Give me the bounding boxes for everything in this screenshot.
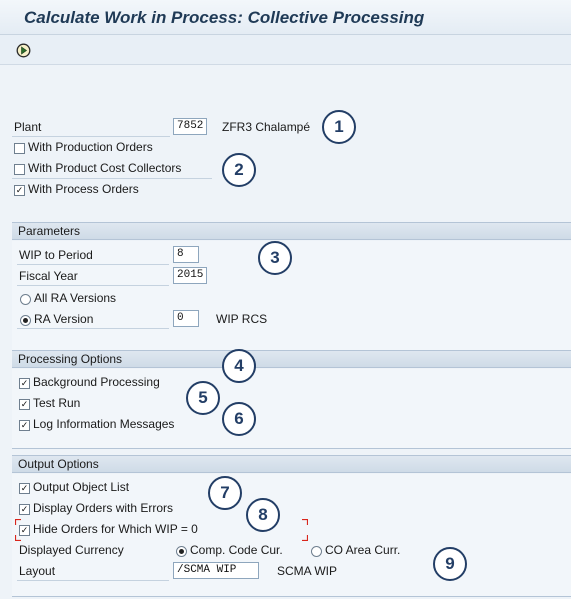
with-process-orders-checkbox[interactable]: ✓ — [14, 185, 25, 196]
output-object-list-label: Output Object List — [33, 480, 130, 494]
co-area-curr-label: CO Area Curr. — [325, 543, 401, 557]
parameters-group: Parameters WIP to Period 8 Fiscal Year 2… — [12, 222, 571, 351]
focus-frame-corner — [302, 519, 308, 525]
fiscal-year-label: Fiscal Year — [19, 269, 78, 283]
co-area-curr-radio[interactable] — [311, 546, 322, 557]
ra-version-field[interactable]: 0 — [173, 310, 199, 327]
test-run-checkbox[interactable]: ✓ — [19, 399, 30, 410]
plant-description: ZFR3 Chalampé — [222, 120, 311, 134]
display-orders-with-errors-label: Display Orders with Errors — [33, 501, 174, 515]
displayed-currency-label: Displayed Currency — [19, 543, 124, 557]
log-information-messages-label: Log Information Messages — [33, 417, 175, 431]
with-production-orders-label: With Production Orders — [28, 140, 153, 154]
with-product-cost-collectors-checkbox[interactable] — [14, 164, 25, 175]
processing-options-header: Processing Options — [12, 351, 571, 368]
divider — [12, 178, 212, 179]
parameters-header: Parameters — [12, 223, 571, 240]
layout-description: SCMA WIP — [277, 564, 338, 578]
with-process-orders-label: With Process Orders — [28, 182, 139, 196]
callout-marker: 1 — [322, 110, 356, 144]
comp-code-cur-label: Comp. Code Cur. — [190, 543, 283, 557]
comp-code-cur-radio[interactable] — [176, 546, 187, 557]
with-production-orders-checkbox[interactable] — [14, 143, 25, 154]
hide-orders-wip-zero-label: Hide Orders for Which WIP = 0 — [33, 522, 198, 536]
test-run-label: Test Run — [33, 396, 81, 410]
divider — [12, 136, 170, 137]
plant-label: Plant — [14, 120, 42, 134]
ra-version-label: RA Version — [34, 312, 94, 326]
hide-orders-wip-zero-checkbox[interactable]: ✓ — [19, 525, 30, 536]
divider — [17, 328, 169, 329]
callout-marker: 7 — [208, 476, 242, 510]
wip-to-period-field[interactable]: 8 — [173, 246, 199, 263]
all-ra-versions-label: All RA Versions — [34, 291, 117, 305]
wip-to-period-label: WIP to Period — [19, 248, 93, 262]
callout-marker: 3 — [258, 241, 292, 275]
execute-icon[interactable] — [16, 43, 31, 58]
output-object-list-checkbox[interactable]: ✓ — [19, 483, 30, 494]
plant-field[interactable]: 7852 — [173, 118, 207, 135]
processing-options-body: ✓ Background Processing ✓ Test Run ✓ Log… — [12, 369, 571, 449]
callout-marker: 9 — [433, 547, 467, 581]
selection-screen: Plant 7852 ZFR3 Chalampé With Production… — [0, 66, 571, 599]
page-title: Calculate Work in Process: Collective Pr… — [24, 8, 425, 27]
background-processing-checkbox[interactable]: ✓ — [19, 378, 30, 389]
divider — [17, 264, 169, 265]
callout-marker: 5 — [186, 381, 220, 415]
output-options-group: Output Options ✓ Output Object List ✓ Di… — [12, 455, 571, 597]
callout-marker: 6 — [222, 402, 256, 436]
fiscal-year-field[interactable]: 2015 — [173, 267, 207, 284]
focus-frame-corner — [302, 535, 308, 541]
all-ra-versions-radio[interactable] — [20, 294, 31, 305]
toolbar — [0, 35, 571, 65]
ra-version-radio[interactable] — [20, 315, 31, 326]
ra-version-description: WIP RCS — [216, 312, 268, 326]
callout-marker: 2 — [222, 153, 256, 187]
callout-marker: 4 — [222, 349, 256, 383]
output-options-body: ✓ Output Object List ✓ Display Orders wi… — [12, 474, 571, 597]
layout-field[interactable]: /SCMA WIP — [173, 562, 259, 579]
display-orders-with-errors-checkbox[interactable]: ✓ — [19, 504, 30, 515]
background-processing-label: Background Processing — [33, 375, 160, 389]
output-options-header: Output Options — [12, 456, 571, 473]
log-information-messages-checkbox[interactable]: ✓ — [19, 420, 30, 431]
processing-options-group: Processing Options ✓ Background Processi… — [12, 350, 571, 449]
title-bar: Calculate Work in Process: Collective Pr… — [0, 0, 571, 35]
with-product-cost-collectors-label: With Product Cost Collectors — [28, 161, 182, 175]
callout-marker: 8 — [246, 498, 280, 532]
divider — [17, 285, 169, 286]
layout-label: Layout — [19, 564, 56, 578]
divider — [17, 580, 169, 581]
